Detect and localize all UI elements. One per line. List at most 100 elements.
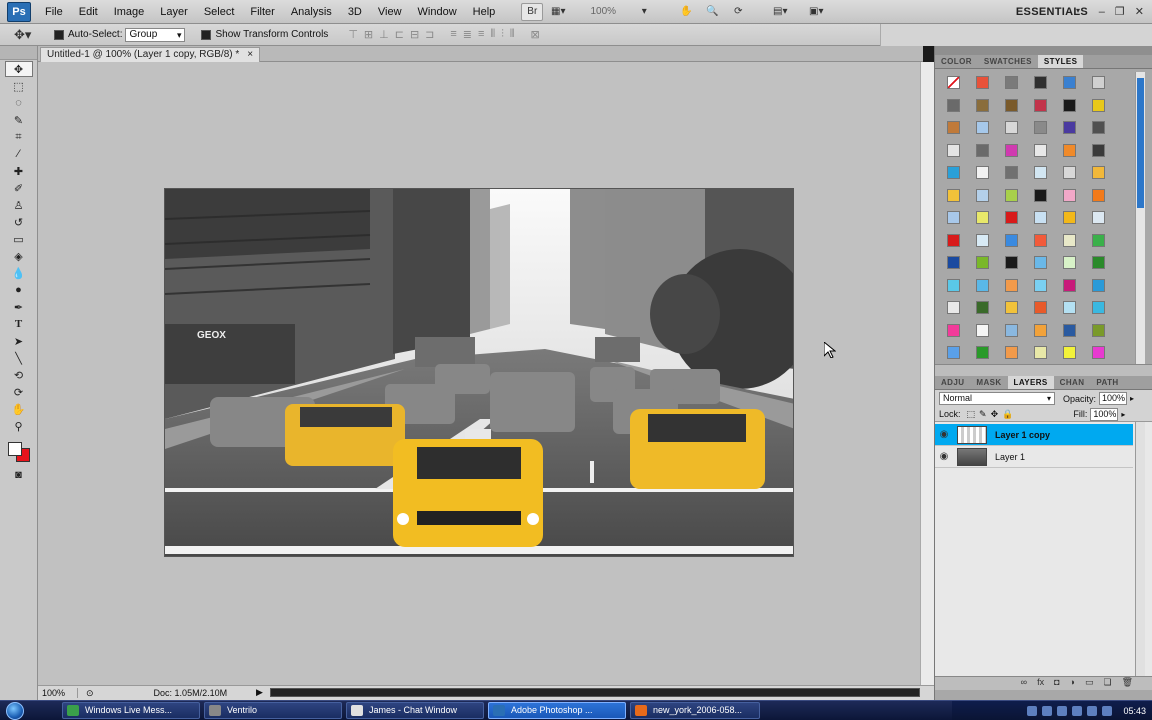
document-image[interactable]: GEOX [164,188,794,557]
taskbar-item[interactable]: James - Chat Window [346,702,484,719]
align-right-icon[interactable]: ⊐ [425,28,434,41]
tray-icon[interactable] [1057,706,1068,716]
tab-channels[interactable]: CHAN [1054,376,1091,389]
style-swatch[interactable] [976,121,989,134]
menu-help[interactable]: Help [465,0,504,24]
style-swatch[interactable] [947,301,960,314]
style-swatch[interactable] [976,76,989,89]
layer-row-layer-1-copy[interactable]: ◉ Layer 1 copy [935,424,1133,446]
style-swatch[interactable] [976,323,989,337]
status-info-icon[interactable]: ⊙ [86,688,94,699]
canvas-area[interactable]: GEOX [38,62,920,685]
healing-brush-tool-icon[interactable]: ✚ [5,163,33,179]
zoom-tool-icon[interactable]: 🔍 [701,3,723,21]
paint-bucket-tool-icon[interactable]: ◈ [5,248,33,264]
style-swatch[interactable] [1063,233,1076,247]
style-swatch[interactable] [947,233,960,247]
align-left-icon[interactable]: ⊏ [395,28,404,41]
tab-layers[interactable]: LAYERS [1007,376,1054,389]
fill-field[interactable]: 100% [1090,407,1119,421]
style-swatch[interactable] [1005,346,1018,359]
status-zoom-field[interactable]: 100% [38,688,78,698]
rotate-view-icon[interactable]: ⟳ [727,3,749,21]
style-swatch[interactable] [1092,188,1105,202]
tab-adjustments[interactable]: ADJU [935,376,970,389]
foreground-color-swatch[interactable] [7,442,22,456]
adjustment-layer-icon[interactable]: ◑ [1070,677,1075,690]
blur-tool-icon[interactable]: 💧 [5,265,33,281]
style-swatch[interactable] [947,143,960,157]
document-tab[interactable]: Untitled-1 @ 100% (Layer 1 copy, RGB/8) … [40,47,261,62]
transform-controls-checkbox[interactable] [201,29,212,40]
style-swatch[interactable] [1092,76,1105,89]
start-button[interactable] [0,701,30,720]
history-brush-tool-icon[interactable]: ↺ [5,214,33,230]
style-swatch[interactable] [1005,211,1018,224]
screen-mode-icon[interactable]: ▣▾ [805,3,827,21]
fill-arrow-icon[interactable]: ▸ [1121,410,1125,419]
zoom-level-field[interactable]: 100% [577,4,629,20]
restore-icon[interactable]: ❐ [1115,0,1125,24]
style-swatch[interactable] [947,188,960,202]
style-swatch[interactable] [1005,301,1018,314]
layer-name[interactable]: Layer 1 [995,452,1025,462]
style-swatch[interactable] [1005,166,1018,179]
style-swatch[interactable] [1092,121,1105,134]
style-swatch[interactable] [1092,346,1105,359]
style-swatch[interactable] [1063,121,1076,134]
zoom-tool-icon[interactable]: ⚲ [5,418,33,434]
taskbar-item[interactable]: Adobe Photoshop ... [488,702,626,719]
tab-styles[interactable]: STYLES [1037,55,1084,68]
auto-align-icon[interactable]: ⊠ [530,28,539,41]
panel-dock-grip[interactable] [935,46,1152,55]
style-swatch[interactable] [976,346,989,359]
style-swatch[interactable] [947,76,960,89]
style-swatch[interactable] [1034,166,1047,179]
auto-select-checkbox[interactable] [54,29,64,40]
layer-visibility-eye-icon[interactable]: ◉ [935,429,953,440]
lock-pixels-icon[interactable]: ✎ [979,409,987,420]
opacity-field[interactable]: 100% [1099,392,1128,405]
menu-3d[interactable]: 3D [340,0,370,24]
dodge-tool-icon[interactable]: ● [5,282,33,298]
minimize-icon[interactable]: – [1099,0,1105,24]
lock-all-icon[interactable]: 🔒 [1002,409,1013,420]
tab-masks[interactable]: MASK [970,376,1007,389]
style-swatch[interactable] [1063,76,1076,89]
distribute-vcenter-icon[interactable]: ≣ [463,28,472,41]
style-swatch[interactable] [1034,233,1047,247]
style-swatch[interactable] [976,256,989,269]
transform-controls-option[interactable]: Show Transform Controls [201,29,328,40]
close-icon[interactable]: ✕ [1135,0,1144,24]
toolbox-grip[interactable] [0,46,37,60]
style-swatch[interactable] [1092,166,1105,179]
layer-style-icon[interactable]: fx [1037,677,1044,690]
network-icon[interactable] [1102,706,1113,716]
tray-icon[interactable] [1027,706,1038,716]
tray-icon[interactable] [1072,706,1083,716]
style-swatch[interactable] [1092,211,1105,224]
style-swatch[interactable] [1034,256,1047,269]
move-tool-preset-icon[interactable]: ✥▾ [14,27,44,43]
opacity-arrow-icon[interactable]: ▸ [1130,394,1134,403]
style-swatch[interactable] [1063,301,1076,314]
document-close-icon[interactable]: × [247,48,253,62]
style-swatch[interactable] [976,143,989,157]
style-swatch[interactable] [976,278,989,292]
style-swatch[interactable] [976,188,989,202]
style-swatch[interactable] [1034,346,1047,359]
path-selection-tool-icon[interactable]: ➤ [5,333,33,349]
quick-mask-icon[interactable]: ◙ [5,467,33,483]
menu-edit[interactable]: Edit [71,0,106,24]
style-swatch[interactable] [1034,211,1047,224]
pen-tool-icon[interactable]: ✒ [5,299,33,315]
style-swatch[interactable] [1092,301,1105,314]
quick-select-tool-icon[interactable]: ✎ [5,112,33,128]
align-top-icon[interactable]: ⊤ [348,28,358,41]
move-tool-icon[interactable]: ✥ [4,61,33,77]
style-swatch[interactable] [947,323,960,337]
tab-color[interactable]: COLOR [935,55,978,68]
new-group-icon[interactable]: ▭ [1085,677,1094,690]
style-swatch[interactable] [1034,76,1047,89]
style-swatch[interactable] [1034,301,1047,314]
